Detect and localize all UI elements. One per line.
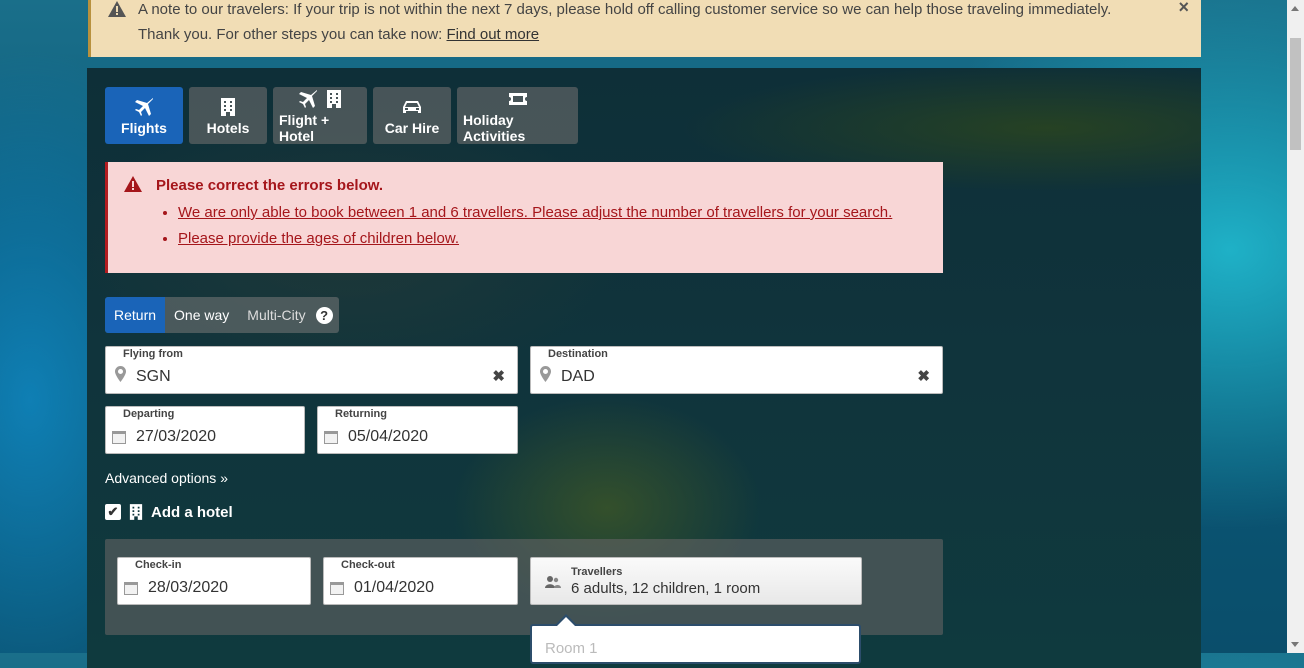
car-icon <box>403 100 421 113</box>
page-scrollbar[interactable] <box>1287 0 1304 653</box>
plane-icon <box>135 97 153 116</box>
scroll-down-arrow-icon[interactable] <box>1291 642 1299 647</box>
check-out-field[interactable]: Check-out 01/04/2020 <box>323 557 518 605</box>
error-link-travellers[interactable]: We are only able to book between 1 and 6… <box>178 204 892 221</box>
location-pin-icon <box>115 366 126 387</box>
tab-hotels[interactable]: Hotels <box>189 87 267 144</box>
flying-from-value: SGN <box>136 368 171 385</box>
departing-value: 27/03/2020 <box>136 428 217 445</box>
building-icon <box>129 504 143 520</box>
returning-value: 05/04/2020 <box>348 428 429 445</box>
departing-label: Departing <box>123 408 175 420</box>
warning-icon <box>108 0 126 25</box>
calendar-icon <box>330 582 344 595</box>
departing-date-field[interactable]: Departing 27/03/2020 <box>105 406 305 454</box>
tab-holiday-activities[interactable]: Holiday Activities <box>457 87 578 144</box>
tab-flights[interactable]: Flights <box>105 87 183 144</box>
trip-type-selector: Return One way Multi-City ? <box>105 297 339 333</box>
tab-car-hire[interactable]: Car Hire <box>373 87 451 144</box>
tab-flight-hotel[interactable]: Flight + Hotel <box>273 87 367 144</box>
location-pin-icon <box>540 366 551 387</box>
error-item: We are only able to book between 1 and 6… <box>178 204 892 221</box>
popup-caret-inner <box>556 617 576 627</box>
ticket-icon <box>508 92 527 105</box>
travellers-icon <box>545 575 561 593</box>
trip-type-return[interactable]: Return <box>105 297 166 333</box>
returning-label: Returning <box>335 408 387 420</box>
travellers-label: Travellers <box>571 566 623 578</box>
scroll-thumb[interactable] <box>1290 38 1301 150</box>
check-out-label: Check-out <box>341 559 395 571</box>
error-title: Please correct the errors below. <box>156 177 384 194</box>
plane-icon <box>299 89 317 108</box>
travellers-value: 6 adults, 12 children, 1 room <box>571 580 761 597</box>
calendar-icon <box>112 431 126 444</box>
flying-from-field[interactable]: Flying from SGN ✖ <box>105 346 518 394</box>
scroll-up-arrow-icon[interactable] <box>1291 6 1299 11</box>
check-in-value: 28/03/2020 <box>148 579 229 596</box>
destination-value: DAD <box>561 368 595 385</box>
advanced-options-toggle[interactable]: Advanced options » <box>105 470 228 486</box>
trip-type-one-way[interactable]: One way <box>165 297 238 333</box>
find-out-more-link[interactable]: Find out more <box>447 26 540 43</box>
clear-icon[interactable]: ✖ <box>917 367 930 385</box>
add-hotel-label: Add a hotel <box>151 503 233 521</box>
destination-field[interactable]: Destination DAD ✖ <box>530 346 943 394</box>
help-icon[interactable]: ? <box>315 306 333 324</box>
returning-date-field[interactable]: Returning 05/04/2020 <box>317 406 518 454</box>
trip-type-multi-city[interactable]: Multi-City <box>238 297 314 333</box>
error-warning-icon <box>124 176 142 197</box>
flying-from-label: Flying from <box>123 348 183 360</box>
room-popup: Room 1 <box>530 614 861 664</box>
travel-notice-banner: A note to our travelers: If your trip is… <box>88 0 1201 57</box>
error-link-children-ages[interactable]: Please provide the ages of children belo… <box>178 230 459 247</box>
error-list: We are only able to book between 1 and 6… <box>160 204 892 256</box>
clear-icon[interactable]: ✖ <box>492 367 505 385</box>
product-tabs: Flights Hotels Flight + Hotel Car Hire H… <box>105 87 578 144</box>
calendar-icon <box>124 582 138 595</box>
error-item: Please provide the ages of children belo… <box>178 230 892 247</box>
destination-label: Destination <box>548 348 608 360</box>
travellers-selector[interactable]: Travellers 6 adults, 12 children, 1 room <box>530 557 862 605</box>
room-label: Room 1 <box>545 640 598 657</box>
add-hotel-checkbox[interactable]: ✔ <box>105 504 121 520</box>
building-icon <box>327 89 341 108</box>
check-in-field[interactable]: Check-in 28/03/2020 <box>117 557 311 605</box>
notice-text: A note to our travelers: If your trip is… <box>138 1 1112 43</box>
close-icon[interactable]: × <box>1178 0 1189 20</box>
check-out-value: 01/04/2020 <box>354 579 435 596</box>
check-in-label: Check-in <box>135 559 182 571</box>
building-icon <box>221 97 235 116</box>
calendar-icon <box>324 431 338 444</box>
error-summary: Please correct the errors below. We are … <box>105 162 943 273</box>
add-hotel-row: ✔ Add a hotel <box>105 503 233 521</box>
